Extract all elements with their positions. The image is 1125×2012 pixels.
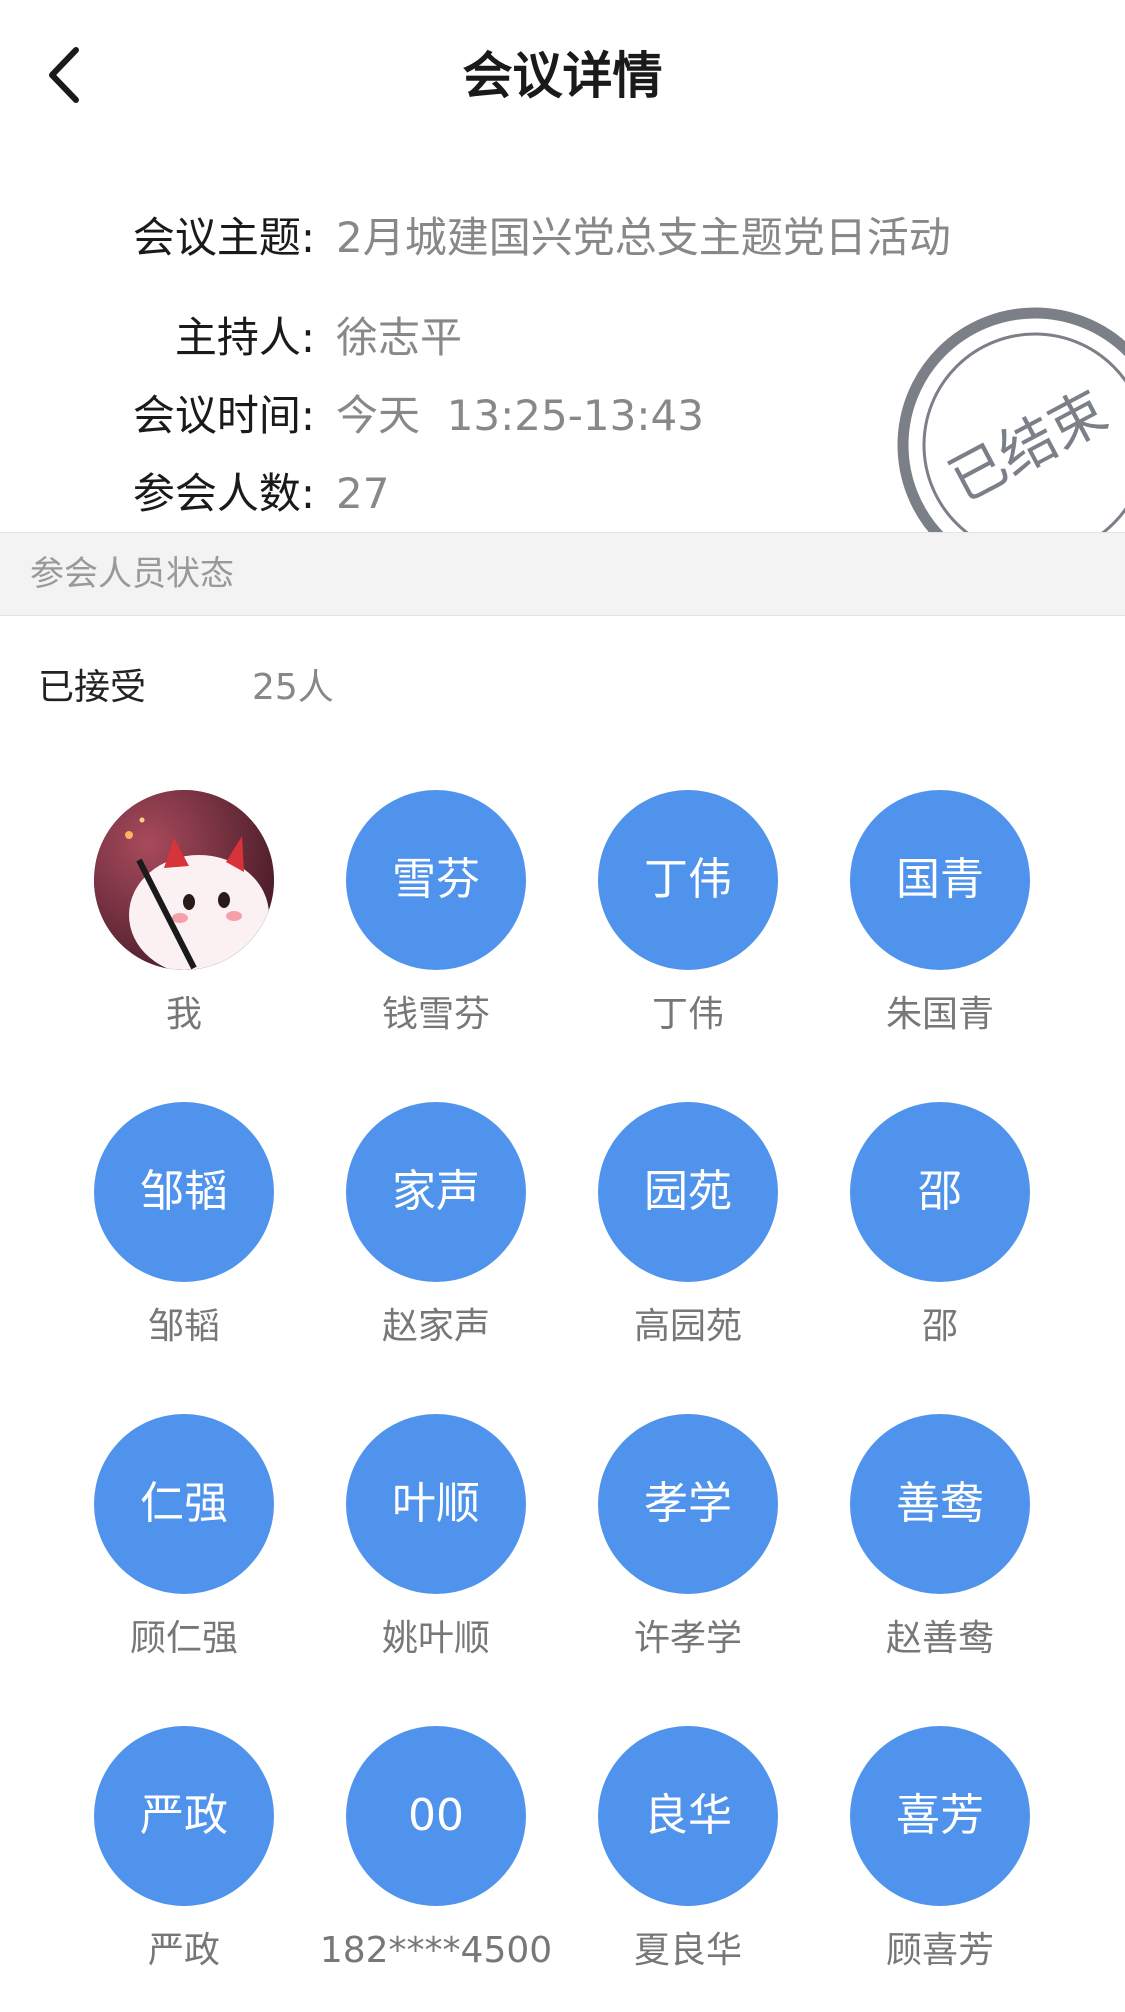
member-item[interactable]: 丁伟 丁伟 (562, 790, 814, 1070)
cartoon-cat-avatar-icon (94, 790, 274, 970)
avatar: 邵 (850, 1102, 1030, 1282)
avatar: 孝学 (598, 1414, 778, 1594)
member-item[interactable]: 善鸯 赵善鸯 (814, 1414, 1066, 1694)
member-item[interactable]: 00 182****4500 (310, 1726, 562, 2006)
topic-row: 会议主题: 2月城建国兴党总支主题党日活动 (0, 208, 1125, 268)
member-name: 许孝学 (633, 1618, 742, 1659)
avatar: 00 (346, 1726, 526, 1906)
count-value: 27 (336, 469, 390, 518)
member-name: 我 (165, 994, 202, 1035)
avatar: 喜芳 (850, 1726, 1030, 1906)
page-title: 会议详情 (462, 47, 663, 105)
member-item[interactable]: 孝学 许孝学 (562, 1414, 814, 1694)
avatar: 良华 (598, 1726, 778, 1906)
member-name: 姚叶顺 (381, 1618, 490, 1659)
time-value: 今天 13:25-13:43 (336, 391, 704, 440)
member-item[interactable]: 园苑 高园苑 (562, 1102, 814, 1382)
attendee-status-header: 参会人员状态 (0, 532, 1125, 616)
member-item[interactable]: 家声 赵家声 (310, 1102, 562, 1382)
member-name: 高园苑 (633, 1306, 742, 1347)
member-name: 赵家声 (381, 1306, 490, 1347)
time-label: 会议时间: (132, 391, 315, 440)
topic-value: 2月城建国兴党总支主题党日活动 (336, 213, 951, 262)
member-name: 赵善鸯 (885, 1618, 994, 1659)
member-item[interactable]: 邹韬 邹韬 (58, 1102, 310, 1382)
section-title: 参会人员状态 (30, 554, 234, 594)
avatar: 家声 (346, 1102, 526, 1282)
member-item[interactable]: 严政 严政 (58, 1726, 310, 2006)
avatar (94, 790, 274, 970)
member-item[interactable]: 国青 朱国青 (814, 790, 1066, 1070)
member-name: 严政 (147, 1930, 220, 1971)
member-name: 182****4500 (319, 1930, 553, 1971)
host-value: 徐志平 (336, 313, 463, 362)
accepted-label: 已接受 (38, 667, 147, 708)
member-item[interactable]: 叶顺 姚叶顺 (310, 1414, 562, 1694)
member-name: 钱雪芬 (381, 994, 490, 1035)
member-name: 丁伟 (651, 994, 724, 1035)
nav-bar: 会议详情 (0, 0, 1125, 150)
member-item[interactable]: 喜芳 顾喜芳 (814, 1726, 1066, 2006)
avatar: 仁强 (94, 1414, 274, 1594)
avatar: 丁伟 (598, 790, 778, 970)
member-name: 邹韬 (147, 1306, 220, 1347)
accepted-count: 25人 (252, 667, 334, 708)
member-item[interactable]: 邵 邵 (814, 1102, 1066, 1382)
member-name: 夏良华 (633, 1930, 742, 1971)
avatar: 善鸯 (850, 1414, 1030, 1594)
avatar: 雪芬 (346, 790, 526, 970)
member-name: 顾喜芳 (885, 1930, 994, 1971)
member-item[interactable]: 良华 夏良华 (562, 1726, 814, 2006)
avatar: 叶顺 (346, 1414, 526, 1594)
avatar: 严政 (94, 1726, 274, 1906)
member-name: 顾仁强 (129, 1618, 238, 1659)
topic-label: 会议主题: (132, 213, 315, 262)
avatar: 园苑 (598, 1102, 778, 1282)
member-name: 邵 (921, 1306, 958, 1347)
stamp-text: 已结束 (939, 379, 1118, 515)
member-name: 朱国青 (885, 994, 994, 1035)
avatar: 国青 (850, 790, 1030, 970)
member-item[interactable]: 雪芬 钱雪芬 (310, 790, 562, 1070)
count-label: 参会人数: (132, 469, 315, 518)
member-item[interactable]: 仁强 顾仁强 (58, 1414, 310, 1694)
avatar: 邹韬 (94, 1102, 274, 1282)
member-item[interactable]: 我 (58, 790, 310, 1070)
host-label: 主持人: (174, 313, 315, 362)
